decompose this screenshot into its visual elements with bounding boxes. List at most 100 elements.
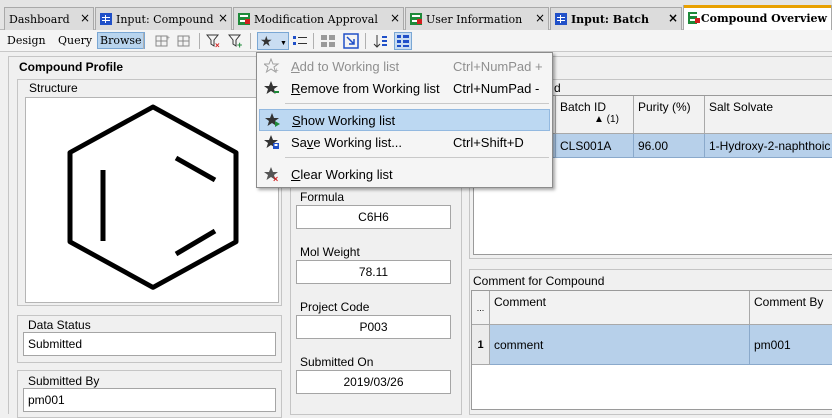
column-header-label: Batch ID [560, 100, 607, 114]
tab-user-information[interactable]: User Information × [405, 7, 549, 30]
menu-item-shortcut: Ctrl+NumPad + [453, 58, 543, 74]
formula-label: Formula [300, 190, 345, 204]
project-code-label: Project Code [300, 300, 370, 314]
column-header-batch-id[interactable]: Batch ID ▲ (1) [556, 96, 634, 134]
tab-dashboard[interactable]: Dashboard × [4, 7, 94, 30]
structure-viewer[interactable] [25, 97, 279, 303]
submitted-by-label: Submitted By [28, 374, 100, 388]
tab-label: User Information [426, 12, 523, 26]
filter-remove-icon[interactable]: × [205, 32, 223, 50]
menu-item-label: Clear Working list [291, 166, 393, 182]
design-button[interactable]: Design [5, 33, 48, 48]
delete-row-icon[interactable]: - [176, 32, 194, 50]
browse-button[interactable]: Browse [97, 32, 145, 49]
working-list-button[interactable]: ★ ▼ [257, 32, 289, 50]
submitted-by-field[interactable]: pm001 [23, 388, 276, 412]
column-header-comment[interactable]: Comment [490, 291, 750, 325]
menu-separator [285, 157, 549, 158]
table-cell-salt-solvate[interactable]: 1-Hydroxy-2-naphthoic a [705, 134, 832, 158]
data-status-label: Data Status [28, 318, 91, 332]
star-show-icon [264, 111, 282, 129]
close-icon[interactable]: × [535, 11, 545, 25]
table-cell-comment-by[interactable]: pm001 [750, 325, 832, 365]
toolbar-separator [143, 33, 144, 49]
close-icon[interactable]: × [218, 11, 228, 25]
star-remove-icon [263, 79, 281, 97]
project-code-field[interactable]: P003 [296, 315, 451, 339]
comment-grid[interactable]: ... Comment Comment By 1 comment pm001 [471, 290, 832, 410]
working-list-menu: + Add to Working list Ctrl+NumPad + Remo… [256, 52, 553, 188]
expand-window-icon[interactable] [342, 32, 360, 50]
grid-blue-icon [555, 13, 567, 25]
benzene-structure-image [67, 104, 239, 290]
column-header-purity[interactable]: Purity (%) [634, 96, 705, 134]
close-icon[interactable]: × [668, 11, 678, 25]
query-button[interactable]: Query [56, 33, 94, 48]
tab-compound-overview[interactable]: Compound Overview [683, 5, 832, 30]
menu-item-save-working-list[interactable]: Save Working list... Ctrl+Shift+D [259, 131, 550, 153]
submitted-on-field[interactable]: 2019/03/26 [296, 370, 451, 394]
star-save-icon [263, 133, 281, 151]
list-view-icon[interactable] [291, 32, 309, 50]
data-status-field[interactable]: Submitted [23, 332, 276, 356]
tab-label: Compound Overview [700, 11, 827, 25]
compound-profile-title: Compound Profile [19, 60, 123, 74]
svg-text:-: - [188, 35, 191, 42]
toolbar: Design Query Browse + - × + ★ ▼ [0, 30, 832, 52]
column-header-salt-solvate[interactable]: Salt Solvate [705, 96, 832, 134]
toolbar-separator [365, 33, 366, 49]
tab-modification-approval[interactable]: Modification Approval × [233, 7, 404, 30]
structure-label: Structure [29, 81, 78, 95]
tab-label: Modification Approval [254, 12, 378, 26]
comment-group-title: Comment for Compound [473, 274, 605, 288]
svg-text:+: + [237, 40, 242, 49]
submitted-on-label: Submitted On [300, 355, 374, 369]
filter-add-icon[interactable]: + [227, 32, 245, 50]
form-green-icon [410, 13, 422, 25]
star-add-icon: + [263, 57, 281, 75]
menu-item-label: Remove from Working list [291, 80, 440, 96]
detail-view-icon[interactable] [394, 32, 412, 50]
menu-item-label: Show Working list [292, 112, 396, 128]
toolbar-separator [199, 33, 200, 49]
batch-group-title: d [554, 81, 561, 95]
tab-input-batch[interactable]: Input: Batch × [550, 7, 682, 30]
svg-text:+: + [274, 66, 279, 74]
sort-icon[interactable] [372, 32, 390, 50]
mol-weight-label: Mol Weight [300, 245, 360, 259]
close-icon[interactable]: × [390, 11, 400, 25]
svg-text:×: × [215, 41, 220, 49]
star-clear-icon: × [263, 165, 281, 183]
menu-item-label: Add to Working list [291, 58, 400, 74]
star-icon: ★ [260, 32, 273, 49]
table-cell-purity[interactable]: 96.00 [634, 134, 705, 158]
chevron-down-icon: ▼ [280, 40, 287, 47]
svg-text:×: × [273, 174, 278, 182]
menu-item-shortcut: Ctrl+Shift+D [453, 134, 524, 150]
form-green-icon [238, 13, 250, 25]
add-row-icon[interactable]: + [154, 32, 172, 50]
menu-item-show-working-list[interactable]: Show Working list [259, 109, 550, 131]
sort-ascending-icon: ▲ (1) [594, 114, 619, 125]
menu-item-label: Save Working list... [291, 134, 403, 150]
grid-layout-icon[interactable] [319, 32, 337, 50]
menu-item-remove-from-working-list[interactable]: Remove from Working list Ctrl+NumPad - [259, 77, 550, 99]
toolbar-separator [250, 33, 251, 49]
menu-item-shortcut: Ctrl+NumPad - [453, 80, 540, 96]
row-number[interactable]: 1 [472, 325, 490, 365]
column-header-comment-by[interactable]: Comment By [750, 291, 832, 325]
form-green-icon [688, 12, 700, 24]
tab-input-compound[interactable]: Input: Compound × [95, 7, 232, 30]
toolbar-separator [313, 33, 314, 49]
svg-text:+: + [166, 35, 170, 42]
table-cell-comment[interactable]: comment [490, 325, 750, 365]
formula-field[interactable]: C6H6 [296, 205, 451, 229]
menu-separator [285, 103, 549, 104]
menu-item-clear-working-list[interactable]: × Clear Working list [259, 163, 550, 185]
menu-item-add-to-working-list[interactable]: + Add to Working list Ctrl+NumPad + [259, 55, 550, 77]
mol-weight-field[interactable]: 78.11 [296, 260, 451, 284]
close-icon[interactable]: × [80, 11, 90, 25]
tab-label: Input: Batch [571, 12, 650, 26]
table-cell-batch-id[interactable]: CLS001A [556, 134, 634, 158]
grid-corner[interactable]: ... [472, 291, 490, 325]
